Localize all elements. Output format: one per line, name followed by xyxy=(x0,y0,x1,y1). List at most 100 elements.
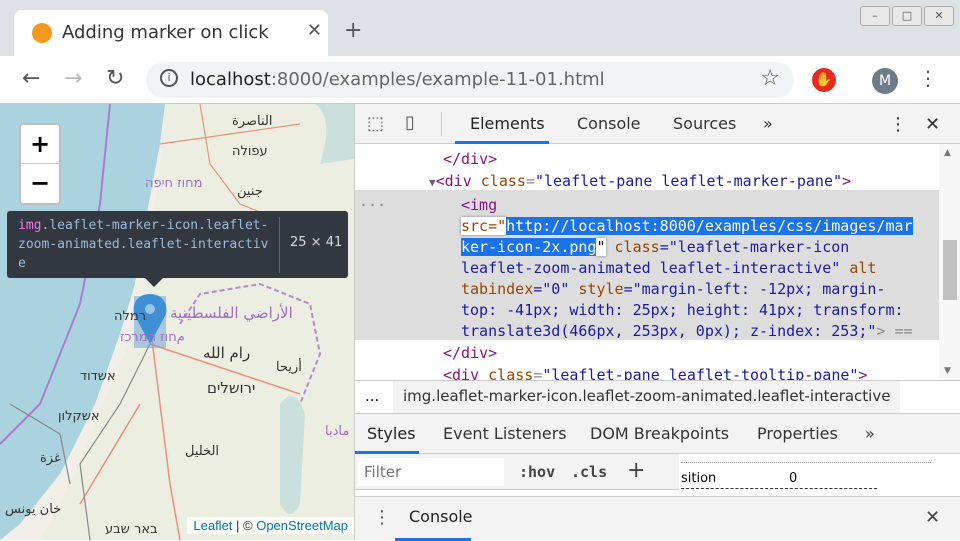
map-label: خان يونس xyxy=(5,502,62,517)
dom-attr: alt xyxy=(840,259,877,277)
bookmark-star-icon[interactable]: ☆ xyxy=(760,66,780,91)
tab-strip: Adding marker on click ✕ + – □ ✕ xyxy=(0,0,960,56)
dom-attr: style xyxy=(569,280,624,298)
dom-line[interactable]: </div> xyxy=(443,344,497,362)
map-label: באר שבע xyxy=(105,522,158,537)
dom-value: "leaflet-pane leaflet-tooltip-pane" xyxy=(542,366,859,380)
src-value-selected[interactable]: ker-icon-2x.png xyxy=(461,238,597,256)
tab-styles[interactable]: Styles xyxy=(367,424,416,443)
dom-tree[interactable]: ... </div> ▼<div class="leaflet-pane lea… xyxy=(355,144,939,380)
map-label: أريحا xyxy=(276,360,302,375)
dom-attr: tabindex xyxy=(461,280,534,298)
dom-value: ="leaflet-marker-icon xyxy=(659,238,850,256)
osm-link[interactable]: OpenStreetMap xyxy=(256,518,348,533)
minimize-button[interactable]: – xyxy=(860,6,890,26)
dom-scrollbar[interactable]: ▲ ▼ xyxy=(939,144,960,380)
map-label: אשדוד xyxy=(80,369,116,384)
map-label: مחוז המרכז xyxy=(120,330,185,345)
info-icon[interactable]: i xyxy=(160,69,178,87)
address-bar[interactable]: i localhost:8000/examples/example-11-01.… xyxy=(146,62,794,98)
map-label: جنين xyxy=(237,184,263,199)
styles-filter-input[interactable] xyxy=(358,458,504,486)
map-label: ירושלים xyxy=(207,379,256,397)
devtools-menu-icon[interactable]: ⋮ xyxy=(889,114,907,135)
avatar[interactable]: M xyxy=(872,68,898,94)
box-model-label: sition xyxy=(681,471,717,486)
tab-title: Adding marker on click xyxy=(62,22,269,43)
breadcrumb-ellipsis[interactable]: ... xyxy=(365,387,379,405)
map-label: מחוז חיפה xyxy=(145,176,203,191)
device-toolbar-icon[interactable]: ▯ xyxy=(405,112,415,133)
dom-tag-end: > == xyxy=(876,322,913,340)
tooltip-arrow xyxy=(145,278,163,287)
dom-value: leaflet-zoom-animated leaflet-interactiv… xyxy=(461,259,841,277)
box-model: sition 0 xyxy=(679,454,960,490)
styles-toolbar: :hov .cls + sition 0 xyxy=(355,454,960,490)
map-label: עפולה xyxy=(232,144,268,159)
devtools-close-icon[interactable]: ✕ xyxy=(925,114,940,135)
kebab-menu-icon[interactable]: ⋮ xyxy=(918,66,938,90)
tab-dom-breakpoints[interactable]: DOM Breakpoints xyxy=(590,424,729,443)
tab-sources[interactable]: Sources xyxy=(673,114,736,133)
map-label: مادبا xyxy=(325,424,350,439)
expand-triangle-icon[interactable]: ▼ xyxy=(429,176,436,189)
tooltip-size: 25 × 41 xyxy=(290,235,343,250)
drawer-close-icon[interactable]: ✕ xyxy=(925,507,940,528)
map-label: رام الله xyxy=(203,344,251,362)
src-attr-editing[interactable]: src=" xyxy=(461,217,507,235)
browser-toolbar: ← → ↻ i localhost:8000/examples/example-… xyxy=(0,56,960,104)
dom-tag[interactable]: <div xyxy=(443,366,479,380)
scrollbar-thumb[interactable] xyxy=(943,240,957,300)
dom-line[interactable]: </div> xyxy=(443,150,497,168)
zoom-in-button[interactable]: + xyxy=(21,125,59,164)
more-subtabs-icon[interactable]: » xyxy=(865,424,875,443)
dom-value: translate3d(466px, 253px, 0px); z-index:… xyxy=(461,322,877,340)
back-icon[interactable]: ← xyxy=(22,66,40,91)
box-model-value: 0 xyxy=(789,471,798,486)
tab-properties[interactable]: Properties xyxy=(757,424,838,443)
inspect-element-icon[interactable]: ⬚ xyxy=(367,113,384,134)
dom-value: "leaflet-pane leaflet-marker-pane" xyxy=(534,172,843,190)
dom-value: top: -41px; width: 25px; height: 41px; t… xyxy=(461,301,904,319)
new-style-rule-button[interactable]: + xyxy=(627,458,645,483)
console-drawer: ⋮ Console ✕ xyxy=(355,496,960,541)
url-host: localhost xyxy=(190,69,271,90)
browser-tab[interactable]: Adding marker on click ✕ xyxy=(14,10,328,56)
map-label: الخليل xyxy=(185,444,220,459)
forward-icon[interactable]: → xyxy=(64,66,82,91)
dom-attr: class xyxy=(471,172,526,190)
tooltip-divider xyxy=(279,217,280,273)
attribution-separator: | © xyxy=(232,518,257,533)
new-tab-button[interactable]: + xyxy=(344,18,362,43)
dom-tag[interactable]: <div xyxy=(436,172,472,190)
map[interactable]: الناصرة עפולה מחוז חיפה جنين الأراضي الف… xyxy=(0,104,354,540)
url-text: localhost:8000/examples/example-11-01.ht… xyxy=(190,69,605,90)
drawer-tab-console[interactable]: Console xyxy=(409,507,473,526)
window-close-button[interactable]: ✕ xyxy=(924,6,954,26)
more-tabs-icon[interactable]: » xyxy=(763,114,773,133)
dom-tag[interactable]: <img xyxy=(461,196,497,214)
tab-console[interactable]: Console xyxy=(577,114,641,133)
maximize-button[interactable]: □ xyxy=(892,6,922,26)
map-label: الناصرة xyxy=(232,114,273,129)
tab-close-icon[interactable]: ✕ xyxy=(307,20,322,41)
dom-attr: class xyxy=(605,238,660,256)
zoom-control: + − xyxy=(19,123,61,205)
hov-toggle[interactable]: :hov xyxy=(519,463,555,481)
breadcrumb-item[interactable]: img.leaflet-marker-icon.leaflet-zoom-ani… xyxy=(393,381,901,413)
reload-icon[interactable]: ↻ xyxy=(106,66,124,91)
src-value-selected[interactable]: http://localhost:8000/examples/css/image… xyxy=(506,217,913,235)
dom-tag-end: > xyxy=(858,366,868,380)
tooltip-tag: img xyxy=(18,218,42,233)
leaflet-link[interactable]: Leaflet xyxy=(193,518,232,533)
zoom-out-button[interactable]: − xyxy=(21,164,59,203)
map-label: غزة xyxy=(40,451,61,466)
map-label: אשקלון xyxy=(58,409,100,424)
extension-icon[interactable]: ✋ xyxy=(812,68,836,92)
tab-event-listeners[interactable]: Event Listeners xyxy=(443,424,567,443)
dom-value: ="margin-left: -12px; margin- xyxy=(623,280,886,298)
cls-toggle[interactable]: .cls xyxy=(571,463,607,481)
drawer-menu-icon[interactable]: ⋮ xyxy=(373,507,391,528)
dom-value: ="0" xyxy=(533,280,570,298)
tab-elements[interactable]: Elements xyxy=(470,114,545,133)
